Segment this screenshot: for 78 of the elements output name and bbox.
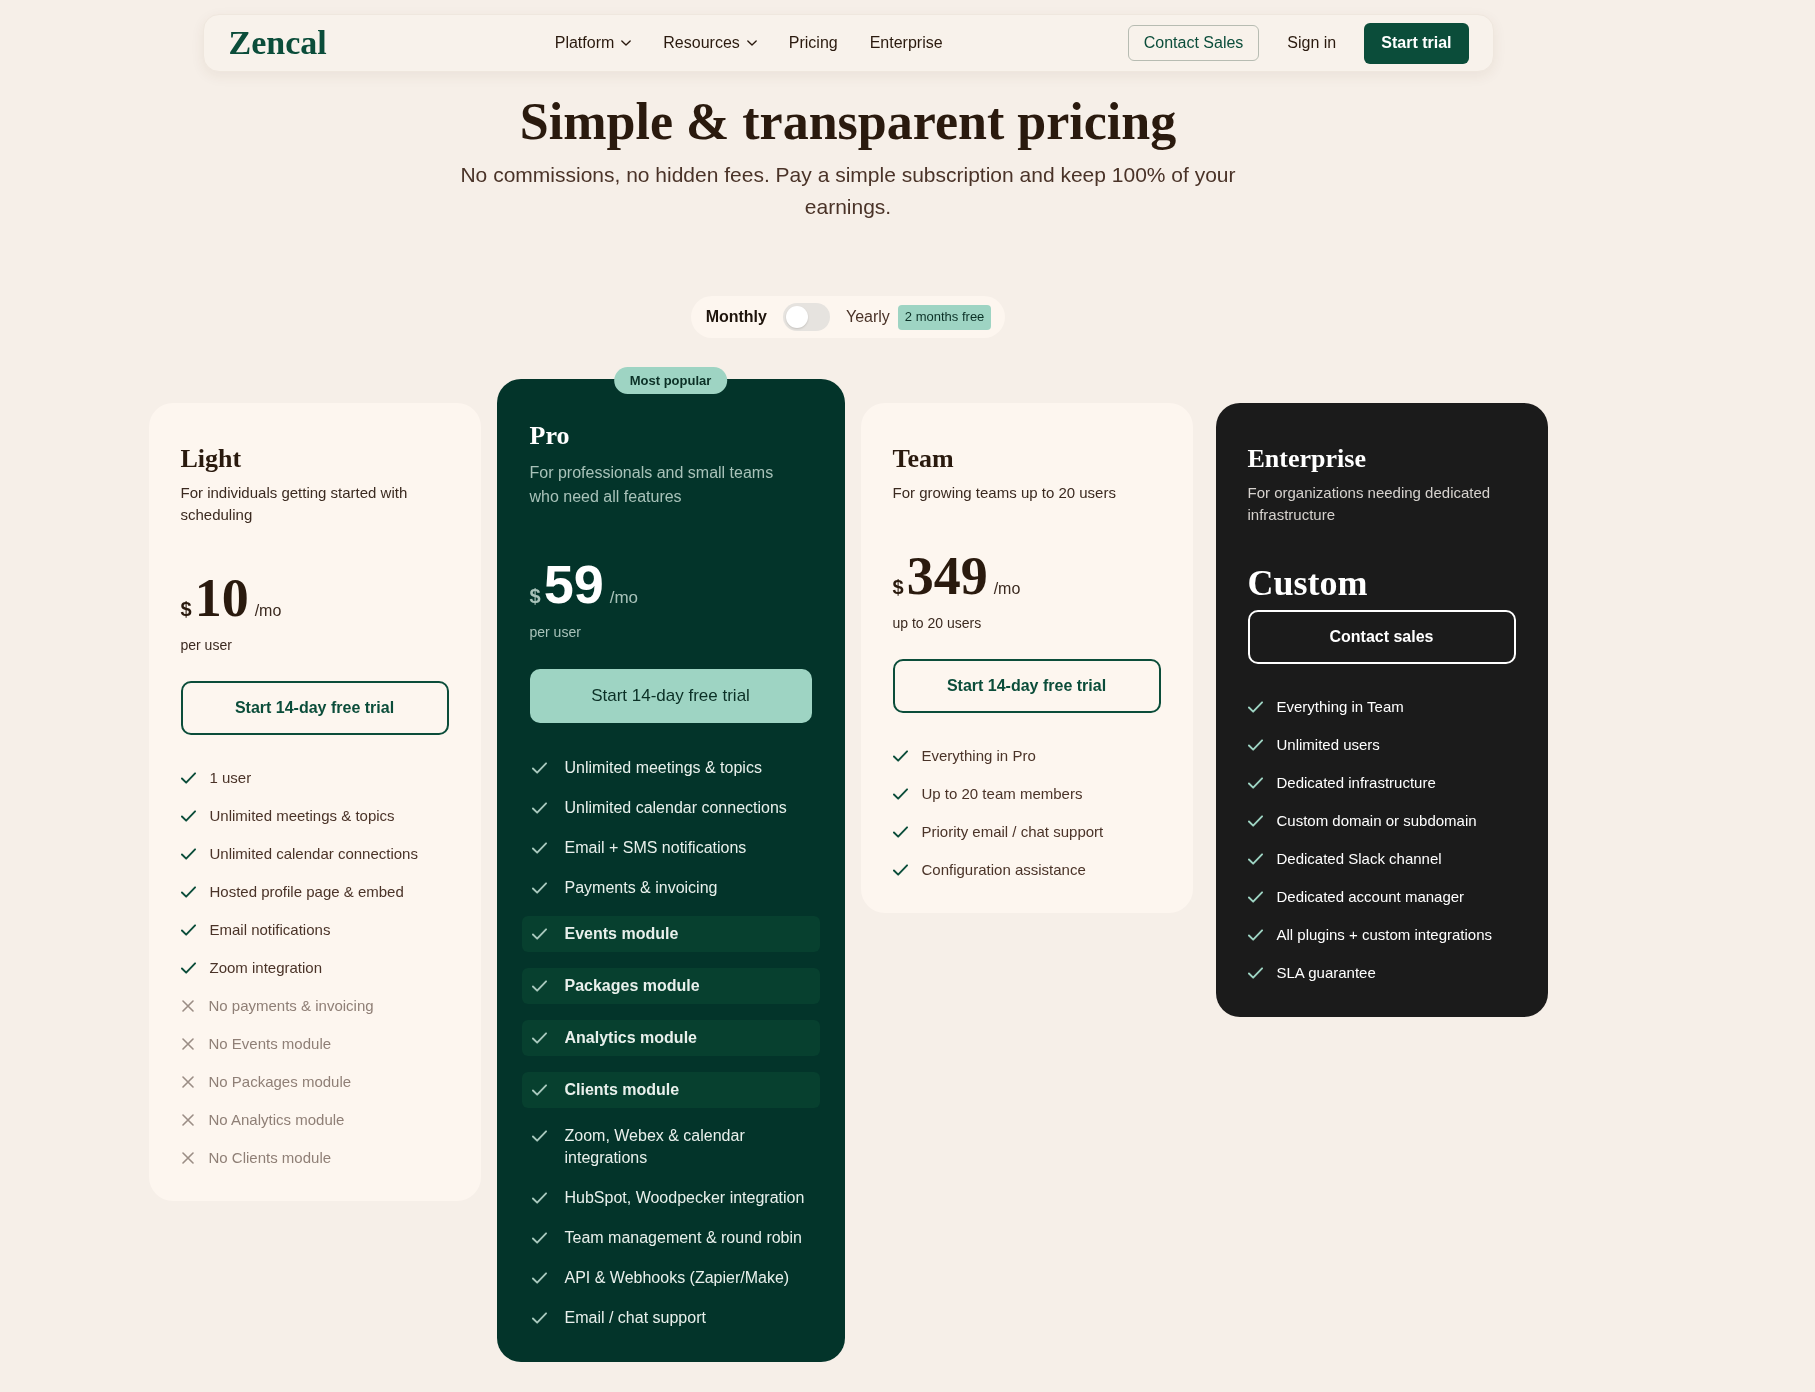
feature-text: No Events module xyxy=(208,1034,332,1054)
sign-in-link[interactable]: Sign in xyxy=(1287,25,1337,61)
feature-text: Packages module xyxy=(564,976,700,996)
plan-cta-button[interactable]: Start 14-day free trial xyxy=(529,669,812,723)
chevron-down-icon xyxy=(746,40,757,46)
feature-text: Unlimited calendar connections xyxy=(209,844,418,864)
price-note: per user xyxy=(529,623,582,642)
feature-text: Email notifications xyxy=(209,920,331,940)
feature-text: Dedicated account manager xyxy=(1276,887,1465,907)
plan-description: For individuals getting started with scheduling xyxy=(180,483,409,525)
yearly-label[interactable]: Yearly xyxy=(845,305,890,329)
plan-description: For professionals and small teams who need all features xyxy=(529,463,775,507)
price-period: /mo xyxy=(993,579,1021,599)
feature-text: Hosted profile page & embed xyxy=(209,882,404,902)
feature-text: Unlimited meetings & topics xyxy=(564,758,762,778)
feature-text: Dedicated Slack channel xyxy=(1276,849,1442,869)
contact-sales-button[interactable]: Contact Sales xyxy=(1127,25,1260,61)
page-subtitle: No commissions, no hidden fees. Pay a simple subscription and keep 100% of your earnings. xyxy=(459,162,1237,220)
start-trial-button[interactable]: Start trial xyxy=(1364,22,1469,64)
price-note: up to 20 users xyxy=(892,614,983,633)
plan-cta-button[interactable]: Start 14-day free trial xyxy=(892,659,1161,713)
feature-text: Everything in Pro xyxy=(921,746,1036,766)
price-amount: 10 xyxy=(194,570,249,626)
price-period: /mo xyxy=(254,601,282,621)
feature-text: No payments & invoicing xyxy=(208,996,374,1016)
plan-title: Enterprise xyxy=(1247,443,1367,475)
feature-text: Email / chat support xyxy=(564,1308,706,1328)
nav-link[interactable]: Pricing xyxy=(788,32,838,54)
logo-wordmark[interactable]: Zencal xyxy=(228,23,327,63)
feature-text: Unlimited calendar connections xyxy=(564,798,787,818)
nav-link[interactable]: Resources xyxy=(663,32,757,54)
plan-title: Light xyxy=(180,443,243,475)
currency-symbol: $ xyxy=(180,597,192,622)
feature-text: Analytics module xyxy=(564,1028,697,1048)
feature-text: API & Webhooks (Zapier/Make) xyxy=(564,1268,790,1288)
feature-text: Everything in Team xyxy=(1276,697,1404,717)
feature-text: Clients module xyxy=(564,1080,680,1100)
feature-text: All plugins + custom integrations xyxy=(1276,925,1493,945)
price-amount: 59 xyxy=(543,556,604,612)
plan-cta-button[interactable]: Contact sales xyxy=(1247,610,1516,664)
feature-text: HubSpot, Woodpecker integration xyxy=(564,1188,805,1208)
feature-text: Configuration assistance xyxy=(921,860,1086,880)
plan-title: Team xyxy=(892,443,955,475)
billing-switch[interactable] xyxy=(782,303,830,331)
feature-text: Unlimited meetings & topics xyxy=(209,806,395,826)
price-amount: Custom xyxy=(1247,562,1368,605)
chevron-down-icon xyxy=(621,40,632,46)
feature-text: 1 user xyxy=(209,768,252,788)
page-title: Simple & transparent pricing xyxy=(519,92,1177,152)
price-amount: 349 xyxy=(906,548,988,604)
feature-text: Dedicated infrastructure xyxy=(1276,773,1436,793)
feature-text: Custom domain or subdomain xyxy=(1276,811,1477,831)
plan-title: Pro xyxy=(529,420,571,452)
feature-text: No Analytics module xyxy=(208,1110,345,1130)
discount-badge: 2 months free xyxy=(897,304,992,330)
price-period: /mo xyxy=(609,587,639,609)
nav-link[interactable]: Enterprise xyxy=(869,32,943,54)
feature-text: No Clients module xyxy=(208,1148,332,1168)
feature-text: SLA guarantee xyxy=(1276,963,1376,983)
feature-text: Zoom integration xyxy=(209,958,323,978)
nav-link[interactable]: Platform xyxy=(554,32,632,54)
currency-symbol: $ xyxy=(892,575,904,600)
feature-text: Unlimited users xyxy=(1276,735,1380,755)
feature-text: Up to 20 team members xyxy=(921,784,1083,804)
feature-text: No Packages module xyxy=(208,1072,352,1092)
feature-text: Events module xyxy=(564,924,679,944)
feature-text: Team management & round robin xyxy=(564,1228,802,1248)
plan-description: For organizations needing dedicated infrastructure xyxy=(1247,483,1492,525)
feature-text: Email + SMS notifications xyxy=(564,838,747,858)
feature-text: Priority email / chat support xyxy=(921,822,1104,842)
most-popular-badge: Most popular xyxy=(613,367,728,394)
feature-text: Payments & invoicing xyxy=(564,878,718,898)
monthly-label[interactable]: Monthly xyxy=(705,305,767,329)
feature-text: Zoom, Webex & calendar integrations xyxy=(564,1126,746,1168)
plan-cta-button[interactable]: Start 14-day free trial xyxy=(180,681,449,735)
plan-description: For growing teams up to 20 users xyxy=(892,483,1117,503)
price-note: per user xyxy=(180,636,233,655)
currency-symbol: $ xyxy=(529,584,541,609)
